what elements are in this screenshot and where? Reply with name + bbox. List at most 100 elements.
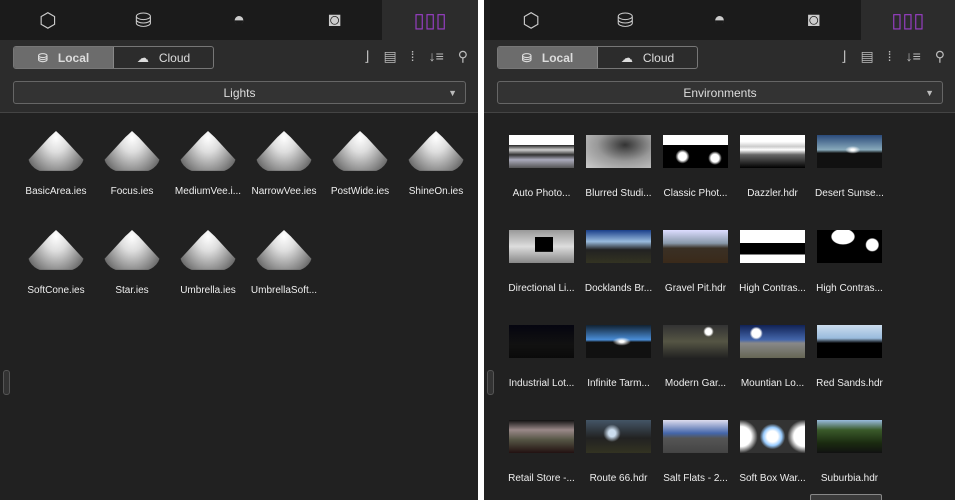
item-label: Modern Gar... bbox=[664, 378, 727, 389]
item-label: Mountian Lo... bbox=[740, 378, 805, 389]
item-label: Directional Li... bbox=[508, 283, 575, 294]
hdr-thumbnail bbox=[740, 325, 805, 358]
view-layout-icon[interactable]: ▤ bbox=[383, 48, 396, 65]
search-icon[interactable]: ⚲ bbox=[458, 48, 468, 65]
item-label: Umbrella.ies bbox=[180, 285, 236, 296]
search-icon[interactable]: ⚲ bbox=[935, 48, 945, 65]
sort-icon[interactable]: ↓≡ bbox=[906, 48, 921, 65]
image-icon: ◓ bbox=[713, 8, 726, 31]
environment-item[interactable]: Dazzler.hdr bbox=[734, 127, 811, 222]
item-label: Route 66.hdr bbox=[589, 473, 648, 484]
tab-models[interactable]: ⬡ bbox=[484, 0, 578, 40]
environment-item[interactable]: Suburbia.hdr bbox=[811, 412, 888, 500]
environment-item[interactable]: Classic Phot... bbox=[657, 127, 734, 222]
hdr-thumbnail bbox=[663, 230, 728, 263]
partial-button[interactable] bbox=[810, 494, 882, 500]
tab-library[interactable]: ▯▯▯ bbox=[382, 0, 478, 40]
up-folder-icon[interactable]: ⌋ bbox=[364, 48, 369, 65]
hdr-thumbnail bbox=[509, 325, 574, 358]
lights-panel: ⬡ ⛁ ◓ ◙ ▯▯▯ ⛁ Local ☁ Cloud ⌋ ▤ ⁞ ↓≡ ⚲ Lig… bbox=[0, 0, 478, 500]
light-item[interactable]: NarrowVee.ies bbox=[246, 127, 322, 216]
light-item[interactable]: Umbrella.ies bbox=[170, 226, 246, 315]
resize-handle[interactable] bbox=[3, 370, 10, 395]
list-view-icon[interactable]: ⁞ bbox=[888, 48, 892, 65]
category-label: Lights bbox=[223, 85, 256, 100]
local-button[interactable]: ⛁ Local bbox=[498, 47, 598, 68]
light-item[interactable]: BasicArea.ies bbox=[18, 127, 94, 216]
tab-cameras[interactable]: ◙ bbox=[767, 0, 861, 40]
category-label: Environments bbox=[683, 85, 757, 100]
environment-item[interactable]: Soft Box War... bbox=[734, 412, 811, 500]
up-folder-icon[interactable]: ⌋ bbox=[841, 48, 846, 65]
hdr-thumbnail bbox=[586, 230, 651, 263]
item-label: Dazzler.hdr bbox=[747, 188, 798, 199]
environment-item[interactable]: Directional Li... bbox=[503, 222, 580, 317]
hdr-thumbnail bbox=[817, 135, 882, 168]
tab-bar: ⬡ ⛁ ◓ ◙ ▯▯▯ bbox=[484, 0, 955, 40]
tab-cameras[interactable]: ◙ bbox=[287, 0, 383, 40]
light-item[interactable]: MediumVee.i... bbox=[170, 127, 246, 216]
tab-models[interactable]: ⬡ bbox=[0, 0, 96, 40]
view-layout-icon[interactable]: ▤ bbox=[860, 48, 873, 65]
hdr-thumbnail bbox=[663, 135, 728, 168]
item-label: Infinite Tarm... bbox=[587, 378, 650, 389]
cloud-button[interactable]: ☁ Cloud bbox=[598, 47, 697, 68]
light-item[interactable]: Star.ies bbox=[94, 226, 170, 315]
environment-item[interactable]: Docklands Br... bbox=[580, 222, 657, 317]
resize-handle[interactable] bbox=[487, 370, 494, 395]
tab-environments[interactable]: ◓ bbox=[672, 0, 766, 40]
item-label: BasicArea.ies bbox=[25, 186, 87, 197]
environment-item[interactable]: Modern Gar... bbox=[657, 317, 734, 412]
hdr-thumbnail bbox=[817, 325, 882, 358]
cloud-icon: ☁ bbox=[136, 50, 149, 65]
environment-item[interactable]: High Contras... bbox=[811, 222, 888, 317]
light-item[interactable]: SoftCone.ies bbox=[18, 226, 94, 315]
category-dropdown[interactable]: Lights ▼ bbox=[13, 81, 466, 104]
environment-item[interactable]: Salt Flats - 2... bbox=[657, 412, 734, 500]
hdr-thumbnail bbox=[663, 420, 728, 453]
light-item[interactable]: PostWide.ies bbox=[322, 127, 398, 216]
library-icon: ▯▯▯ bbox=[413, 9, 447, 32]
environment-item[interactable]: Retail Store -... bbox=[503, 412, 580, 500]
hdr-thumbnail bbox=[740, 135, 805, 168]
hdr-thumbnail bbox=[509, 135, 574, 168]
environment-item[interactable]: High Contras... bbox=[734, 222, 811, 317]
light-item[interactable]: ShineOn.ies bbox=[398, 127, 474, 216]
cloud-button[interactable]: ☁ Cloud bbox=[114, 47, 213, 68]
environment-item[interactable]: Mountian Lo... bbox=[734, 317, 811, 412]
hdr-thumbnail bbox=[817, 230, 882, 263]
environment-item[interactable]: Route 66.hdr bbox=[580, 412, 657, 500]
tab-library[interactable]: ▯▯▯ bbox=[860, 0, 955, 40]
item-label: Soft Box War... bbox=[739, 473, 806, 484]
environment-item[interactable]: Red Sands.hdr bbox=[811, 317, 888, 412]
item-label: Industrial Lot... bbox=[508, 378, 575, 389]
hdr-thumbnail bbox=[509, 230, 574, 263]
tab-bar: ⬡ ⛁ ◓ ◙ ▯▯▯ bbox=[0, 0, 478, 40]
sort-icon[interactable]: ↓≡ bbox=[429, 48, 444, 65]
environment-item[interactable]: Infinite Tarm... bbox=[580, 317, 657, 412]
toolbar: ⛁ Local ☁ Cloud ⌋ ▤ ⁞ ↓≡ ⚲ bbox=[0, 40, 478, 78]
environment-item[interactable]: Gravel Pit.hdr bbox=[657, 222, 734, 317]
library-icon: ▯▯▯ bbox=[891, 9, 925, 32]
item-label: MediumVee.i... bbox=[174, 186, 242, 197]
ies-cone-icon bbox=[28, 230, 84, 270]
list-view-icon[interactable]: ⁞ bbox=[411, 48, 415, 65]
hdr-thumbnail bbox=[817, 420, 882, 453]
hdr-thumbnail bbox=[509, 420, 574, 453]
item-label: UmbrellaSoft... bbox=[250, 285, 318, 296]
environment-item[interactable]: Desert Sunse... bbox=[811, 127, 888, 222]
tab-environments[interactable]: ◓ bbox=[191, 0, 287, 40]
database-icon: ⛁ bbox=[616, 9, 634, 32]
environment-item[interactable]: Blurred Studi... bbox=[580, 127, 657, 222]
light-item[interactable]: UmbrellaSoft... bbox=[246, 226, 322, 315]
environment-item[interactable]: Auto Photo... bbox=[503, 127, 580, 222]
local-button[interactable]: ⛁ Local bbox=[14, 47, 114, 68]
item-label: Docklands Br... bbox=[584, 283, 653, 294]
light-item[interactable]: Focus.ies bbox=[94, 127, 170, 216]
tab-materials[interactable]: ⛁ bbox=[96, 0, 192, 40]
tab-materials[interactable]: ⛁ bbox=[578, 0, 672, 40]
environment-item[interactable]: Industrial Lot... bbox=[503, 317, 580, 412]
item-label: Retail Store -... bbox=[508, 473, 575, 484]
ies-cone-icon bbox=[180, 131, 236, 171]
category-dropdown[interactable]: Environments ▼ bbox=[497, 81, 943, 104]
